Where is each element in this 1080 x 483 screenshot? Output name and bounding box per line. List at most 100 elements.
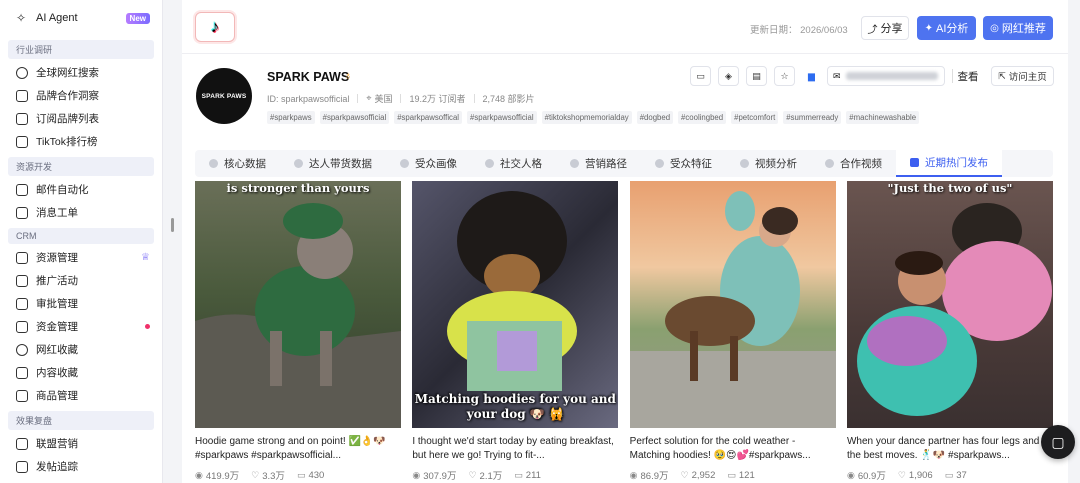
tab-label: 营销路径 [585, 158, 627, 170]
comments-count: 121 [738, 469, 755, 481]
tab-marketing-path[interactable]: 营销路径 [556, 150, 641, 177]
comment-icon: ▭ [727, 469, 736, 480]
sidebar-item-ai-agent[interactable]: ✧ AI Agent New [0, 0, 162, 36]
sidebar-item-label: 审批管理 [36, 298, 78, 310]
tab-social-persona[interactable]: 社交人格 [471, 150, 556, 177]
video-card[interactable]: Matching hoodies for you and your dog 🐶 … [412, 181, 619, 483]
sidebar-item-content-favorites[interactable]: 内容收藏 [0, 361, 162, 384]
sidebar-item-label: 推广活动 [36, 275, 78, 287]
likes-count: 2.1万 [479, 471, 503, 482]
comment-icon: ▭ [296, 469, 306, 480]
tab-label: 受众画像 [415, 158, 457, 170]
video-stats: ◉ 419.9万 ♡ 3.3万 ▭ 430 [195, 468, 401, 483]
sidebar-item-affiliate[interactable]: 联盟营销 [0, 432, 162, 455]
tab-label: 视频分析 [755, 158, 797, 170]
blurred-email [845, 72, 938, 80]
alert-shield-icon[interactable]: ◈ [718, 66, 739, 86]
resize-handle[interactable] [171, 218, 174, 232]
sidebar-item-tiktok-ranking[interactable]: TikTok排行榜 [0, 130, 162, 153]
views-count: 86.9万 [640, 471, 669, 482]
sidebar-item-influencer-favorites[interactable]: 网红收藏 [0, 338, 162, 361]
heart-icon: ♡ [251, 469, 260, 480]
sidebar-item-approvals[interactable]: 审批管理 [0, 292, 162, 315]
tab-recent-hot[interactable]: 近期热门发布 [896, 150, 1002, 177]
heart-icon: ♡ [897, 469, 906, 480]
sidebar-item-label: 订阅品牌列表 [36, 113, 99, 125]
folder-icon[interactable]: ▆ [801, 66, 822, 86]
hashtag[interactable]: #machinewashable [846, 111, 920, 124]
video-thumbnail[interactable]: Matching hoodies for you and your dog 🐶 … [412, 181, 619, 428]
influencer-recommend-button[interactable]: ◎ 网红推荐 [983, 16, 1053, 40]
video-card[interactable]: is stronger than yours Hoodie game stron… [195, 181, 401, 483]
hashtag[interactable]: #sparkpawsoffical [394, 111, 463, 124]
crown-icon: ♕ [141, 252, 150, 263]
eye-icon: ◉ [412, 469, 421, 480]
tab-label: 受众特征 [670, 158, 712, 170]
tab-label: 近期热门发布 [925, 157, 988, 169]
comments-count: 211 [525, 469, 541, 481]
tab-video-analysis[interactable]: 视频分析 [726, 150, 811, 177]
share-button[interactable]: ⤴ 分享 [861, 16, 909, 40]
video-stats: ◉ 86.9万 ♡ 2,952 ▭ 121 [630, 468, 836, 483]
share-icon: ⤴ [867, 24, 878, 36]
hashtag[interactable]: #sparkpaws [267, 111, 315, 124]
tab-core-data[interactable]: 核心数据 [195, 150, 280, 177]
view-button[interactable]: 查看 [951, 66, 985, 86]
sidebar-item-label: AI Agent [36, 12, 78, 24]
sidebar-item-message-tickets[interactable]: 消息工单 [0, 201, 162, 224]
main-panel: ♪ 更新日期： 2026/06/03 ⤴ 分享 ✦ AI分析 ◎ 网红推荐 SPARK… [182, 0, 1068, 483]
visit-homepage-button[interactable]: ⇱ 访问主页 [991, 66, 1054, 86]
tab-collab-videos[interactable]: 合作视频 [811, 150, 896, 177]
hashtag[interactable]: #tiktokshopmemorialday [541, 111, 632, 124]
tab-audience-profile[interactable]: 受众画像 [386, 150, 471, 177]
comment-icon: ▭ [514, 469, 523, 480]
document-icon [16, 297, 28, 310]
check-icon [655, 159, 664, 168]
likes-count: 2,952 [691, 469, 716, 481]
video-description: I thought we'd start today by eating bre… [412, 436, 614, 461]
video-card[interactable]: Perfect solution for the cold weather - … [629, 181, 836, 483]
eye-icon: ◉ [195, 469, 203, 480]
sidebar-item-products[interactable]: 商品管理 [0, 384, 162, 407]
sidebar-item-email-automation[interactable]: 邮件自动化 [0, 178, 162, 201]
file-search-icon[interactable]: ▤ [746, 66, 767, 86]
share-label: 分享 [880, 23, 903, 35]
chat-support-button[interactable]: ▢ [1041, 425, 1075, 459]
sidebar-item-label: 商品管理 [36, 390, 78, 402]
hashtag[interactable]: #petcomfort [731, 111, 779, 124]
video-card[interactable]: "Just the two of us" When your dance par… [846, 181, 1053, 483]
hashtag[interactable]: #dogbed [636, 111, 674, 124]
sparkle-icon: ✧ [16, 11, 27, 25]
sidebar-item-label: 发帖追踪 [36, 461, 78, 473]
sidebar-item-resource-management[interactable]: 资源管理 ♕ [0, 246, 162, 269]
hashtag[interactable]: #summerready [783, 111, 842, 124]
card-icon[interactable]: ▭ [690, 66, 711, 86]
sidebar-item-funds[interactable]: 资金管理 [0, 315, 162, 338]
sidebar-item-global-search[interactable]: 全球网红搜索 [0, 61, 162, 84]
sidebar-item-promotions[interactable]: 推广活动 [0, 269, 162, 292]
tab-audience-traits[interactable]: 受众特征 [641, 150, 726, 177]
tab-sales-data[interactable]: 达人带货数据 [280, 150, 386, 177]
video-thumbnail[interactable] [629, 181, 836, 428]
hashtag[interactable]: #sparkpawsofficial [319, 111, 390, 124]
sidebar-item-post-tracking[interactable]: 发帖追踪 [0, 455, 162, 478]
hashtag[interactable]: #coolingbed [678, 111, 727, 124]
video-caption: Matching hoodies for you and your dog 🐶 … [414, 392, 616, 421]
sidebar-item-label: TikTok排行榜 [36, 136, 98, 148]
sidebar-item-subscribed-brands[interactable]: 订阅品牌列表 [0, 107, 162, 130]
email-field[interactable]: ✉ [827, 66, 945, 86]
hashtag[interactable]: #sparkpawsofficial [467, 111, 537, 124]
ai-analysis-button[interactable]: ✦ AI分析 [917, 16, 976, 40]
profile-name: SPARK PAWS [267, 70, 350, 84]
video-stats: ◉ 307.9万 ♡ 2.1万 ▭ 211 [412, 468, 618, 483]
profile-subscribers: 19.2万 订阅者 [409, 94, 466, 104]
mail-icon [16, 183, 28, 196]
book-icon [16, 437, 28, 450]
video-thumbnail[interactable]: "Just the two of us" [846, 181, 1053, 428]
sidebar-item-brand-insight[interactable]: 品牌合作洞察 [0, 84, 162, 107]
video-thumbnail[interactable]: is stronger than yours [195, 181, 401, 428]
visit-label: 访问主页 [1008, 72, 1047, 83]
bulb-icon: ♁ [344, 70, 353, 82]
star-icon[interactable]: ☆ [774, 66, 795, 86]
external-link-icon: ⇱ [998, 70, 1006, 81]
